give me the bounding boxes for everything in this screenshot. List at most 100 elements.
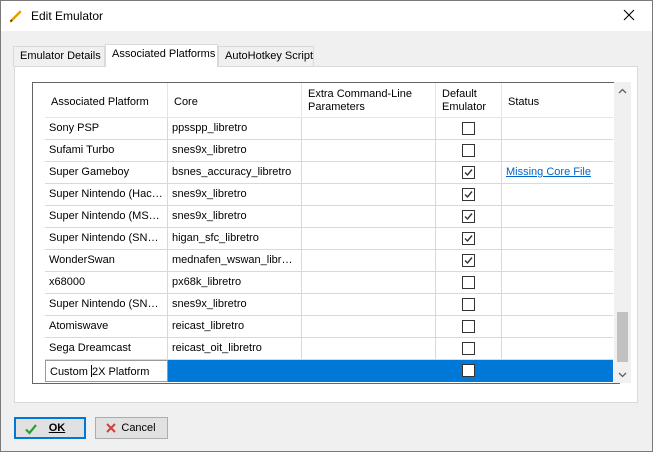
default-emulator-checkbox[interactable] (462, 298, 475, 311)
extra-cell[interactable] (302, 250, 436, 272)
platform-cell[interactable]: Atomiswave (45, 316, 168, 338)
status-cell[interactable] (502, 140, 613, 162)
default-emulator-cell[interactable] (436, 228, 502, 250)
platform-cell[interactable]: Super Nintendo (Hacks Edition) (45, 184, 168, 206)
status-cell[interactable] (502, 228, 613, 250)
table-row[interactable]: Sufami Turbo snes9x_libretro (45, 140, 613, 162)
status-cell[interactable] (502, 360, 613, 382)
platform-cell[interactable]: Super Nintendo (SNES) (45, 228, 168, 250)
default-emulator-cell[interactable] (436, 184, 502, 206)
default-emulator-cell[interactable] (436, 316, 502, 338)
default-emulator-cell[interactable] (436, 338, 502, 360)
extra-cell[interactable] (302, 162, 436, 184)
core-cell[interactable]: reicast_libretro (168, 316, 302, 338)
default-emulator-cell[interactable] (436, 360, 502, 382)
missing-core-file-link[interactable]: Missing Core File (506, 166, 591, 178)
default-emulator-checkbox[interactable] (462, 254, 475, 267)
scroll-thumb[interactable] (617, 312, 628, 362)
column-header-platform[interactable]: Associated Platform (45, 83, 168, 118)
core-cell[interactable]: snes9x_libretro (168, 294, 302, 316)
default-emulator-cell[interactable] (436, 162, 502, 184)
status-cell[interactable] (502, 338, 613, 360)
default-emulator-cell[interactable] (436, 118, 502, 140)
default-emulator-cell[interactable] (436, 294, 502, 316)
default-emulator-checkbox[interactable] (462, 188, 475, 201)
platform-cell[interactable]: Sufami Turbo (45, 140, 168, 162)
core-cell[interactable]: snes9x_libretro (168, 184, 302, 206)
platforms-grid[interactable]: Associated Platform Core Extra Command-L… (32, 82, 620, 384)
tab-associated-platforms[interactable]: Associated Platforms (105, 44, 218, 67)
platform-cell[interactable]: Super Gameboy (45, 162, 168, 184)
tab-autohotkey-script[interactable]: AutoHotkey Script (218, 46, 314, 66)
table-row[interactable]: Atomiswave reicast_libretro (45, 316, 613, 338)
core-cell[interactable]: bsnes_accuracy_libretro (168, 162, 302, 184)
platform-cell[interactable]: Sony PSP (45, 118, 168, 140)
default-emulator-cell[interactable] (436, 140, 502, 162)
status-cell[interactable] (502, 294, 613, 316)
default-emulator-checkbox[interactable] (462, 210, 475, 223)
ok-button[interactable]: OK (14, 417, 86, 439)
status-cell[interactable] (502, 206, 613, 228)
default-emulator-cell[interactable] (436, 206, 502, 228)
core-cell[interactable]: higan_sfc_libretro (168, 228, 302, 250)
default-emulator-checkbox[interactable] (462, 342, 475, 355)
status-cell[interactable] (502, 118, 613, 140)
core-cell[interactable]: ppsspp_libretro (168, 118, 302, 140)
extra-cell[interactable] (302, 272, 436, 294)
scroll-down-button[interactable] (614, 366, 631, 383)
default-emulator-checkbox[interactable] (462, 320, 475, 333)
title-bar[interactable]: Edit Emulator (1, 1, 652, 31)
vertical-scrollbar[interactable] (614, 82, 631, 383)
extra-cell[interactable] (302, 140, 436, 162)
cancel-button[interactable]: Cancel (95, 417, 168, 439)
extra-cell[interactable] (302, 360, 436, 382)
column-header-default-emulator[interactable]: Default Emulator (436, 83, 502, 118)
default-emulator-cell[interactable] (436, 250, 502, 272)
close-button[interactable] (606, 1, 652, 31)
extra-cell[interactable] (302, 118, 436, 140)
platform-cell[interactable]: WonderSwan (45, 250, 168, 272)
core-cell[interactable] (168, 360, 302, 382)
default-emulator-checkbox[interactable] (462, 276, 475, 289)
default-emulator-checkbox[interactable] (462, 144, 475, 157)
extra-cell[interactable] (302, 338, 436, 360)
core-cell[interactable]: mednafen_wswan_libretro (168, 250, 302, 272)
extra-cell[interactable] (302, 294, 436, 316)
status-cell[interactable] (502, 272, 613, 294)
tab-emulator-details[interactable]: Emulator Details (13, 46, 105, 66)
status-cell[interactable]: Missing Core File (502, 162, 613, 184)
default-emulator-checkbox[interactable] (462, 122, 475, 135)
status-cell[interactable] (502, 250, 613, 272)
column-header-extra-params[interactable]: Extra Command-Line Parameters (302, 83, 436, 118)
extra-cell[interactable] (302, 316, 436, 338)
default-emulator-checkbox[interactable] (462, 364, 475, 377)
default-emulator-checkbox[interactable] (462, 166, 475, 179)
platform-cell[interactable]: x68000 (45, 272, 168, 294)
table-row[interactable]: Super Gameboy bsnes_accuracy_libretro Miss… (45, 162, 613, 184)
new-row-editing[interactable]: Custom 2X Platform (45, 360, 613, 382)
extra-cell[interactable] (302, 184, 436, 206)
column-header-core[interactable]: Core (168, 83, 302, 118)
table-row[interactable]: Super Nintendo (MSU-1) snes9x_libretro (45, 206, 613, 228)
extra-cell[interactable] (302, 206, 436, 228)
table-row[interactable]: Super Nintendo (SNES) snes9x_libretro (45, 294, 613, 316)
core-cell[interactable]: snes9x_libretro (168, 206, 302, 228)
default-emulator-checkbox[interactable] (462, 232, 475, 245)
scroll-up-button[interactable] (614, 82, 631, 99)
core-cell[interactable]: reicast_oit_libretro (168, 338, 302, 360)
table-row[interactable]: WonderSwan mednafen_wswan_libretro (45, 250, 613, 272)
column-header-status[interactable]: Status (502, 83, 613, 118)
status-cell[interactable] (502, 184, 613, 206)
platform-cell[interactable]: Super Nintendo (SNES) (45, 294, 168, 316)
default-emulator-cell[interactable] (436, 272, 502, 294)
platform-cell[interactable]: Super Nintendo (MSU-1) (45, 206, 168, 228)
table-row[interactable]: Sony PSP ppsspp_libretro (45, 118, 613, 140)
status-cell[interactable] (502, 316, 613, 338)
extra-cell[interactable] (302, 228, 436, 250)
table-row[interactable]: Super Nintendo (Hacks Edition)snes9x_lib… (45, 184, 613, 206)
core-cell[interactable]: snes9x_libretro (168, 140, 302, 162)
table-row[interactable]: x68000 px68k_libretro (45, 272, 613, 294)
core-cell[interactable]: px68k_libretro (168, 272, 302, 294)
platform-edit-field[interactable]: Custom 2X Platform (45, 360, 168, 382)
platform-cell[interactable]: Sega Dreamcast (45, 338, 168, 360)
